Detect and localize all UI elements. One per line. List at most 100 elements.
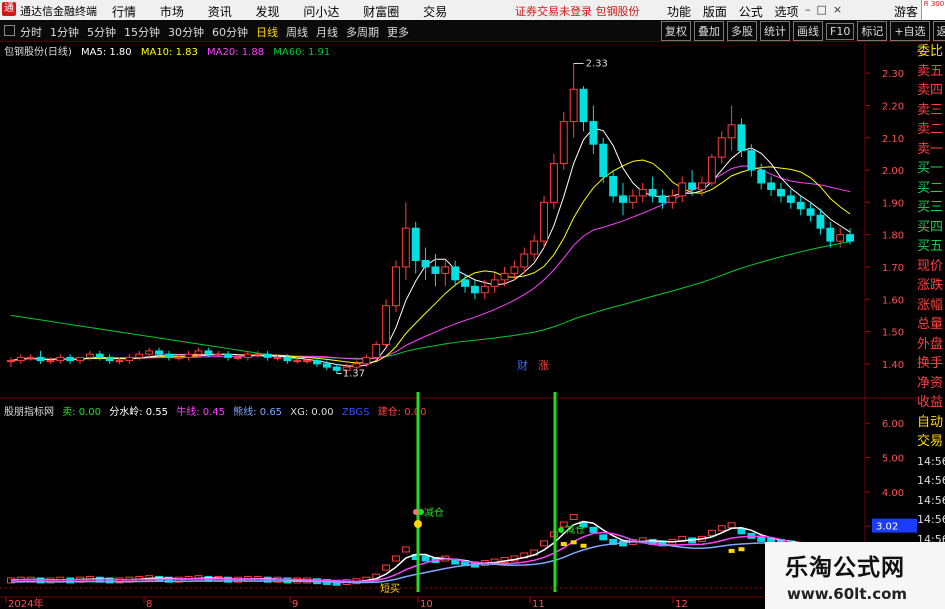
side-label-21[interactable]: 14:56	[917, 452, 945, 472]
period-tab-0[interactable]: 分时	[20, 26, 42, 39]
candle-body-25	[253, 353, 262, 356]
menu-news[interactable]: 资讯	[208, 5, 232, 19]
menu-market[interactable]: 市场	[160, 5, 184, 19]
side-label-24[interactable]: 14:56	[917, 510, 945, 530]
menu-trade[interactable]: 交易	[423, 5, 447, 19]
candle-body-59	[589, 121, 598, 145]
tool-button-0[interactable]: 复权	[661, 21, 691, 41]
right-menu: 功能 版面 公式 选项	[667, 3, 807, 20]
period-tab-8[interactable]: 月线	[316, 26, 338, 39]
candle-body-35	[352, 363, 361, 368]
candle-body-21	[214, 353, 223, 356]
tool-button-1[interactable]: 叠加	[694, 21, 724, 41]
menu-function[interactable]: 功能	[667, 5, 691, 19]
menu-ask[interactable]: 问小达	[303, 5, 339, 19]
period-bar: 分时 1分钟 5分钟 15分钟 30分钟 60分钟 日线 周线 月线 多周期 更多 复权 叠加 多股 统计…	[0, 20, 945, 42]
candle-body-51	[510, 266, 519, 274]
candle-body-20	[204, 350, 213, 355]
ind-bar-72	[717, 525, 726, 532]
candle-body-4	[46, 360, 55, 363]
tool-button-2[interactable]: 多股	[727, 21, 757, 41]
notice-badge[interactable]: R 300	[921, 0, 945, 20]
app-logo-icon: 通	[2, 2, 16, 16]
candle-body-85	[846, 234, 855, 242]
candle-body-15	[155, 350, 163, 355]
tool-button-8[interactable]: 返回	[932, 21, 945, 41]
login-alert[interactable]: 证券交易未登录 包钢股份	[515, 3, 640, 19]
side-label-8: 买三	[917, 200, 944, 215]
menu-quotes[interactable]: 行情	[112, 5, 136, 19]
chart-toolbar: 复权叠加多股统计画线F10标记+自选返回	[661, 21, 945, 41]
menu-discover[interactable]: 发现	[256, 5, 280, 19]
candle-body-72	[717, 137, 726, 158]
candle-body-60	[599, 143, 608, 178]
site-watermark: 乐淘公式网 www.60lt.com	[765, 542, 945, 609]
menu-layout[interactable]: 版面	[703, 5, 727, 19]
watermark-title: 乐淘公式网	[785, 555, 905, 581]
price-label-8: 1.50	[882, 328, 904, 339]
candle-body-75	[747, 150, 756, 171]
side-label-14: 总量	[917, 317, 944, 332]
period-tab-2[interactable]: 5分钟	[87, 26, 116, 39]
ind-axis-label-1: 5.00	[882, 454, 904, 465]
tool-button-4[interactable]: 画线	[793, 21, 823, 41]
side-label-7: 买二	[917, 180, 944, 196]
maximize-icon[interactable]: □	[817, 3, 833, 16]
side-label-5: 卖一	[917, 141, 944, 157]
candle-body-80	[796, 201, 805, 210]
close-icon[interactable]: ×	[833, 3, 848, 16]
candle-body-36	[362, 356, 371, 365]
candle-body-12	[125, 356, 134, 362]
candle-body-50	[500, 272, 509, 281]
toggle-square-icon[interactable]	[4, 25, 15, 36]
menu-wealth[interactable]: 财富圈	[363, 5, 399, 19]
tool-button-5[interactable]: F10	[826, 23, 855, 40]
side-label-3: 卖三	[917, 102, 944, 118]
side-label-19[interactable]: 自动	[917, 413, 945, 433]
guest-user[interactable]: 游客	[894, 3, 918, 20]
period-tab-3[interactable]: 15分钟	[124, 26, 160, 39]
candle-body-62	[619, 195, 627, 203]
candle-body-22	[224, 353, 233, 358]
candle-body-45	[451, 266, 460, 281]
candle-body-74	[737, 124, 746, 152]
price-label-0: 2.30	[882, 69, 904, 80]
candle-body-55	[549, 163, 558, 203]
period-tab-1[interactable]: 1分钟	[50, 26, 79, 39]
candle-body-54	[540, 201, 548, 242]
ind-axis-label-2: 4.00	[882, 488, 904, 499]
side-label-0: 委比	[917, 44, 944, 59]
candle-body-82	[816, 214, 825, 229]
period-tab-6[interactable]: 日线	[256, 26, 278, 39]
tool-button-3[interactable]: 统计	[760, 21, 790, 41]
yellow-mark-2	[580, 543, 587, 548]
candle-body-26	[263, 353, 272, 358]
side-label-16: 换手	[917, 356, 944, 371]
tool-button-7[interactable]: +自选	[890, 21, 930, 41]
period-tab-10[interactable]: 更多	[387, 26, 409, 39]
minimize-icon[interactable]: –	[805, 3, 817, 16]
candle-body-81	[806, 208, 815, 216]
period-tab-7[interactable]: 周线	[286, 26, 308, 39]
ma5-line	[10, 127, 851, 367]
candle-body-43	[431, 266, 440, 274]
ma10-line	[10, 159, 851, 364]
date-label-1: 8	[146, 599, 152, 609]
ind-bar-42	[421, 555, 430, 562]
side-label-20[interactable]: 交易	[917, 432, 945, 452]
kline-chart[interactable]: 2.30 2.20 2.10 2.00 1.90 1.80 1.70 1.60 1.50 1.40…	[0, 41, 917, 609]
main-menu: 行情 市场 资讯 发现 问小达 财富圈 交易	[112, 3, 467, 20]
app-name: 通达信金融终端	[20, 5, 97, 18]
candle-body-64	[638, 188, 647, 197]
period-tab-5[interactable]: 60分钟	[212, 26, 248, 39]
menu-formula[interactable]: 公式	[739, 5, 763, 19]
candle-body-24	[243, 353, 252, 358]
period-tab-4[interactable]: 30分钟	[168, 26, 204, 39]
tool-button-6[interactable]: 标记	[857, 21, 888, 41]
side-label-22[interactable]: 14:56	[917, 471, 945, 491]
ma60-line	[10, 241, 851, 360]
period-tab-9[interactable]: 多周期	[346, 26, 379, 39]
menu-options[interactable]: 选项	[775, 5, 799, 19]
candle-body-53	[530, 240, 539, 255]
side-label-23[interactable]: 14:56	[917, 491, 945, 511]
